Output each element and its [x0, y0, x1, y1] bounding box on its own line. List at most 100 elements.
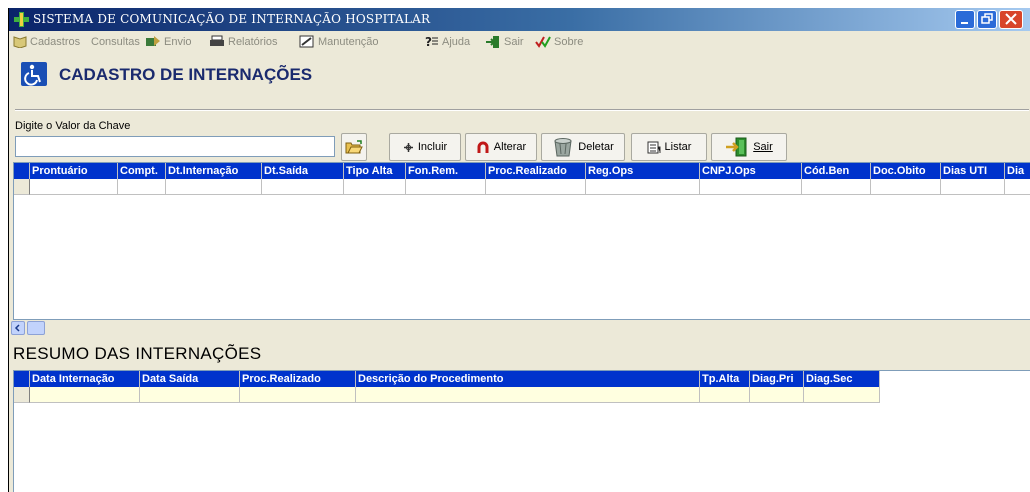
trash-icon — [554, 138, 572, 157]
sair-label: Sair — [753, 141, 773, 153]
column-header[interactable]: Dt.Internação — [166, 163, 262, 179]
search-input[interactable] — [15, 136, 335, 157]
column-header[interactable]: Proc.Realizado — [240, 371, 356, 387]
column-header[interactable]: Data Saída — [140, 371, 240, 387]
menu-label: Envio — [164, 35, 192, 48]
title-bar[interactable]: SISTEMA DE COMUNICAÇÃO DE INTERNAÇÃO HOS… — [9, 8, 1030, 31]
row-indicator — [14, 179, 30, 195]
row-indicator-header — [14, 163, 30, 179]
column-header[interactable]: Diag.Pri — [750, 371, 804, 387]
column-header[interactable]: Compt. — [118, 163, 166, 179]
table-cell[interactable] — [802, 179, 871, 195]
table-cell[interactable] — [941, 179, 1005, 195]
deletar-button[interactable]: Deletar — [541, 133, 625, 161]
table-cell[interactable] — [344, 179, 406, 195]
menu-label: Ajuda — [442, 35, 471, 48]
horseshoe-icon — [477, 141, 489, 153]
menu-sair[interactable]: Sair — [485, 34, 524, 49]
table-cell[interactable] — [1005, 179, 1030, 195]
book-icon — [13, 36, 27, 48]
table-cell[interactable] — [750, 387, 804, 403]
alterar-button[interactable]: Alterar — [465, 133, 537, 161]
table-cell[interactable] — [30, 179, 118, 195]
menu-label: Sobre — [554, 35, 584, 48]
close-button[interactable] — [999, 10, 1023, 29]
summary-title: RESUMO DAS INTERNAÇÕES — [13, 344, 262, 363]
table-cell[interactable] — [804, 387, 880, 403]
scroll-left-button[interactable] — [11, 321, 25, 335]
scroll-thumb[interactable] — [27, 321, 45, 335]
column-header[interactable]: Diag.Sec — [804, 371, 880, 387]
table-cell[interactable] — [118, 179, 166, 195]
menu-ajuda[interactable]: ? Ajuda — [425, 34, 470, 49]
deletar-label: Deletar — [578, 141, 614, 153]
column-header[interactable]: Dt.Saída — [262, 163, 344, 179]
incluir-label: Incluir — [417, 141, 448, 153]
page-title: CADASTRO DE INTERNAÇÕES — [59, 65, 313, 84]
menu-consultas[interactable]: Consultas — [91, 34, 140, 49]
column-header[interactable]: Prontuário — [30, 163, 118, 179]
wheelchair-icon — [21, 62, 47, 86]
list-icon — [647, 141, 661, 153]
menu-label: Manutenção — [318, 35, 379, 48]
internacoes-grid[interactable]: Prontuário Compt. Dt.Internação Dt.Saída… — [13, 162, 1030, 320]
column-header[interactable]: Reg.Ops — [586, 163, 700, 179]
table-cell[interactable] — [140, 387, 240, 403]
column-header[interactable]: Descrição do Procedimento — [356, 371, 700, 387]
arrow-left-icon — [14, 324, 20, 332]
table-cell[interactable] — [700, 179, 802, 195]
column-header[interactable]: CNPJ.Ops — [700, 163, 802, 179]
menu-envio[interactable]: Envio — [145, 34, 192, 49]
folder-open-icon — [345, 139, 363, 153]
column-header[interactable]: Doc.Obito — [871, 163, 941, 179]
resumo-grid[interactable]: Data Internação Data Saída Proc.Realizad… — [13, 370, 1030, 492]
restore-icon — [981, 13, 993, 24]
horizontal-scrollbar[interactable] — [9, 320, 1030, 336]
table-row[interactable] — [14, 387, 880, 403]
table-cell[interactable] — [586, 179, 700, 195]
listar-button[interactable]: Listar — [631, 133, 707, 161]
minimize-button[interactable] — [955, 10, 975, 29]
column-header[interactable]: Dias UTI — [941, 163, 1005, 179]
main-window: SISTEMA DE COMUNICAÇÃO DE INTERNAÇÃO HOS… — [8, 8, 1030, 492]
column-header[interactable]: Data Internação — [30, 371, 140, 387]
open-folder-button[interactable] — [341, 133, 367, 161]
table-row[interactable] — [14, 179, 1030, 195]
menu-bar: Cadastros Consultas Envio Relatórios Man… — [9, 31, 1030, 51]
window-title: SISTEMA DE COMUNICAÇÃO DE INTERNAÇÃO HOS… — [33, 12, 431, 26]
row-indicator — [14, 387, 30, 403]
column-header[interactable]: Cód.Ben — [802, 163, 871, 179]
restore-button[interactable] — [977, 10, 997, 29]
sair-button[interactable]: Sair — [711, 133, 787, 161]
cross-app-icon — [14, 12, 29, 27]
menu-manutencao[interactable]: Manutenção — [299, 34, 379, 49]
menu-label: Relatórios — [228, 35, 278, 48]
table-cell[interactable] — [700, 387, 750, 403]
incluir-button[interactable]: Incluir — [389, 133, 461, 161]
column-header[interactable]: Dia — [1005, 163, 1030, 179]
column-header[interactable]: Tp.Alta — [700, 371, 750, 387]
alterar-label: Alterar — [493, 141, 527, 153]
menu-label: Consultas — [91, 35, 140, 48]
table-cell[interactable] — [262, 179, 344, 195]
menu-label: Cadastros — [30, 35, 81, 48]
table-cell[interactable] — [871, 179, 941, 195]
table-cell[interactable] — [30, 387, 140, 403]
table-cell[interactable] — [240, 387, 356, 403]
menu-cadastros[interactable]: Cadastros — [13, 34, 80, 49]
column-header[interactable]: Fon.Rem. — [406, 163, 486, 179]
column-header[interactable]: Proc.Realizado — [486, 163, 586, 179]
row-indicator-header — [14, 371, 30, 387]
exit-icon — [486, 35, 499, 48]
menu-sobre[interactable]: Sobre — [535, 34, 583, 49]
plus-icon — [403, 142, 413, 152]
table-cell[interactable] — [406, 179, 486, 195]
grid-header: Data Internação Data Saída Proc.Realizad… — [14, 371, 880, 387]
exit-icon — [726, 137, 747, 157]
table-cell[interactable] — [486, 179, 586, 195]
table-cell[interactable] — [356, 387, 700, 403]
menu-relatorios[interactable]: Relatórios — [209, 34, 278, 49]
table-cell[interactable] — [166, 179, 262, 195]
column-header[interactable]: Tipo Alta — [344, 163, 406, 179]
tools-icon — [299, 35, 314, 48]
